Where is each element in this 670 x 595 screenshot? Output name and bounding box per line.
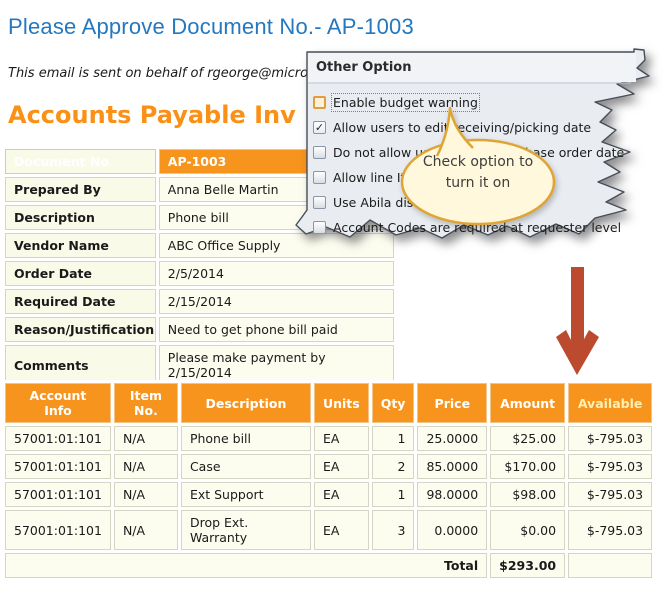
page-title: Please Approve Document No.- AP-1003 — [8, 14, 414, 40]
info-value: Please make payment by 2/15/2014 — [159, 345, 394, 385]
checkbox[interactable] — [313, 221, 326, 234]
approval-email-page: Please Approve Document No.- AP-1003 Thi… — [0, 0, 670, 595]
cell-available: $-795.03 — [568, 454, 652, 479]
info-label: Order Date — [5, 261, 156, 286]
total-row: Total $293.00 — [5, 553, 652, 578]
red-down-arrow-icon — [533, 253, 625, 381]
table-row: Reason/Justification Need to get phone b… — [5, 317, 394, 342]
cell: EA — [314, 426, 369, 451]
cell: 2 — [372, 454, 415, 479]
callout-line2: turn it on — [393, 173, 563, 194]
callout-text: Check option to turn it on — [393, 152, 563, 194]
cell: 57001:01:101 — [5, 482, 111, 507]
checkbox[interactable] — [313, 196, 326, 209]
cell: 98.0000 — [417, 482, 487, 507]
col-account-info: Account Info — [5, 383, 111, 423]
col-amount: Amount — [490, 383, 565, 423]
total-available-empty — [568, 553, 652, 578]
cell: $98.00 — [490, 482, 565, 507]
cell: EA — [314, 454, 369, 479]
email-on-behalf-note: This email is sent on behalf of rgeorge@… — [8, 66, 324, 81]
table-row: 57001:01:101 N/A Case EA 2 85.0000 $170.… — [5, 454, 652, 479]
info-label: Required Date — [5, 289, 156, 314]
cell: EA — [314, 482, 369, 507]
cell: Phone bill — [181, 426, 311, 451]
cell: $25.00 — [490, 426, 565, 451]
cell: Drop Ext. Warranty — [181, 510, 311, 550]
cell: Case — [181, 454, 311, 479]
cell: 1 — [372, 482, 415, 507]
col-description: Description — [181, 383, 311, 423]
info-value: 2/5/2014 — [159, 261, 394, 286]
table-header-row: Account Info Item No. Description Units … — [5, 383, 652, 423]
table-row: Order Date 2/5/2014 — [5, 261, 394, 286]
total-label: Total — [5, 553, 487, 578]
table-row: 57001:01:101 N/A Ext Support EA 1 98.000… — [5, 482, 652, 507]
line-items-table: Account Info Item No. Description Units … — [2, 380, 655, 581]
document-type-heading: Accounts Payable Inv — [8, 101, 296, 129]
cell: $0.00 — [490, 510, 565, 550]
cell: Ext Support — [181, 482, 311, 507]
info-header-label: Document No — [5, 149, 156, 174]
table-row: 57001:01:101 N/A Phone bill EA 1 25.0000… — [5, 426, 652, 451]
checkbox[interactable] — [313, 96, 326, 109]
checkbox[interactable] — [313, 146, 326, 159]
info-value: Need to get phone bill paid — [159, 317, 394, 342]
table-row: 57001:01:101 N/A Drop Ext. Warranty EA 3… — [5, 510, 652, 550]
cell: 57001:01:101 — [5, 454, 111, 479]
cell: EA — [314, 510, 369, 550]
cell: N/A — [114, 426, 178, 451]
cell: N/A — [114, 482, 178, 507]
cell: 25.0000 — [417, 426, 487, 451]
cell-available: $-795.03 — [568, 426, 652, 451]
info-label: Description — [5, 205, 156, 230]
info-label: Reason/Justification — [5, 317, 156, 342]
popup-title: Other Option — [316, 60, 412, 75]
info-label: Vendor Name — [5, 233, 156, 258]
col-units: Units — [314, 383, 369, 423]
col-price: Price — [417, 383, 487, 423]
cell: 57001:01:101 — [5, 426, 111, 451]
checkbox[interactable]: ✓ — [313, 121, 326, 134]
cell: N/A — [114, 454, 178, 479]
cell: $170.00 — [490, 454, 565, 479]
cell-available: $-795.03 — [568, 510, 652, 550]
col-item-no: Item No. — [114, 383, 178, 423]
cell: 57001:01:101 — [5, 510, 111, 550]
total-amount: $293.00 — [490, 553, 565, 578]
info-value: 2/15/2014 — [159, 289, 394, 314]
cell: 1 — [372, 426, 415, 451]
info-label: Prepared By — [5, 177, 156, 202]
cell: 0.0000 — [417, 510, 487, 550]
table-row: Required Date 2/15/2014 — [5, 289, 394, 314]
col-available: Available — [568, 383, 652, 423]
col-qty: Qty — [372, 383, 415, 423]
table-row: Comments Please make payment by 2/15/201… — [5, 345, 394, 385]
cell: 3 — [372, 510, 415, 550]
info-label: Comments — [5, 345, 156, 385]
checkbox[interactable] — [313, 171, 326, 184]
callout-line1: Check option to — [393, 152, 563, 173]
cell: 85.0000 — [417, 454, 487, 479]
cell: N/A — [114, 510, 178, 550]
other-option-popup: Other Option Enable budget warning ✓ All… — [293, 48, 665, 258]
cell-available: $-795.03 — [568, 482, 652, 507]
